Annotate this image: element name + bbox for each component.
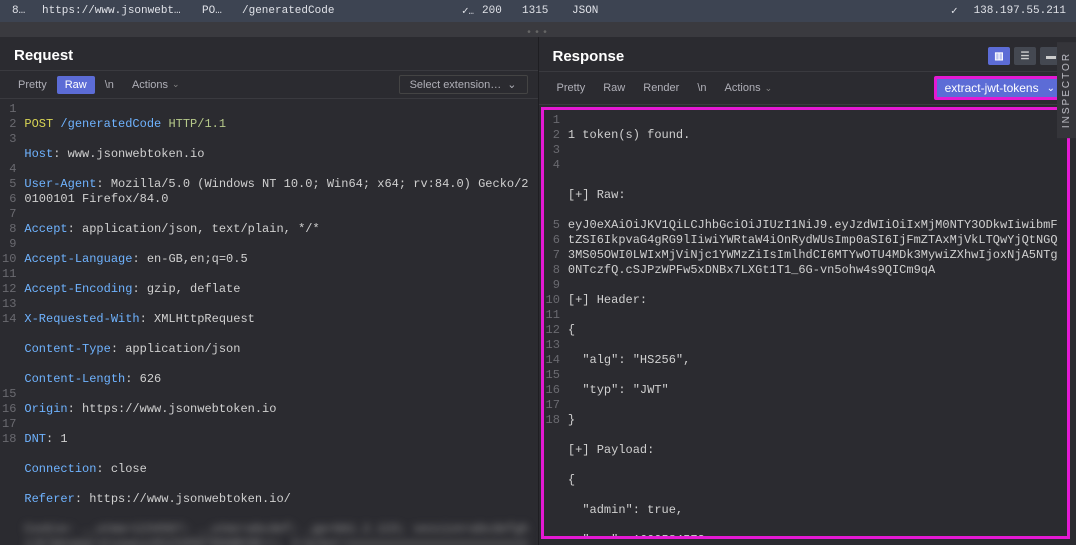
- row-mime: JSON: [564, 5, 624, 17]
- request-editor[interactable]: 123 4567891011121314 15161718 POST /gene…: [0, 99, 538, 545]
- extract-jwt-tokens-button[interactable]: extract-jwt-tokens ⌄: [934, 76, 1066, 100]
- row-url: https://www.jsonwebtoke…: [34, 5, 194, 17]
- actions-menu[interactable]: Actions ⌄: [717, 79, 781, 97]
- row-status: 200: [474, 5, 514, 17]
- check-icon: ✓: [943, 4, 966, 18]
- chevron-down-icon: ⌄: [765, 83, 773, 94]
- request-toolbar: Pretty Raw \n Actions ⌄ Select extension…: [0, 70, 538, 99]
- line-gutter: 123 4567891011121314 15161718: [0, 99, 22, 545]
- request-code[interactable]: POST /generatedCode HTTP/1.1 Host: www.j…: [22, 99, 537, 545]
- blurred-cookie: Cookie: __utma=1234567; __utmz=abcdef; _…: [24, 522, 531, 545]
- row-path: /generatedCode: [234, 5, 454, 17]
- line-gutter: 1234 56789101112131415161718: [544, 110, 566, 536]
- tab-pretty[interactable]: Pretty: [549, 79, 594, 97]
- actions-menu[interactable]: Actions ⌄: [124, 76, 188, 94]
- tab-wrap[interactable]: \n: [97, 76, 122, 94]
- response-title: Response: [553, 48, 625, 65]
- chevron-down-icon: ⌄: [172, 79, 180, 90]
- tab-wrap[interactable]: \n: [689, 79, 714, 97]
- splitter-handle[interactable]: •••: [0, 22, 1076, 37]
- response-editor[interactable]: 1234 56789101112131415161718 1 token(s) …: [541, 107, 1071, 539]
- response-code[interactable]: 1 token(s) found. [+] Raw: eyJ0eXAiOiJKV…: [566, 110, 1067, 536]
- chevron-down-icon: ⌄: [1047, 83, 1055, 94]
- row-method: POST: [194, 5, 234, 17]
- layout-rows-icon[interactable]: ☰: [1014, 47, 1036, 65]
- inspector-tab[interactable]: INSPECTOR: [1057, 42, 1076, 138]
- row-ip: 138.197.55.211: [966, 5, 1072, 17]
- response-toolbar: Pretty Raw Render \n Actions ⌄ extract-j…: [539, 71, 1076, 105]
- select-extension-dropdown[interactable]: Select extension… ⌄: [399, 75, 528, 94]
- chevron-down-icon: ⌄: [507, 78, 516, 91]
- tab-raw[interactable]: Raw: [595, 79, 633, 97]
- layout-columns-icon[interactable]: ▥: [988, 47, 1010, 65]
- request-title: Request: [14, 47, 73, 64]
- row-num: 842: [4, 5, 34, 17]
- response-panel: Response ▥ ☰ ▬ Pretty Raw Render \n Acti…: [539, 37, 1076, 545]
- tab-pretty[interactable]: Pretty: [10, 76, 55, 94]
- tab-raw[interactable]: Raw: [57, 76, 95, 94]
- proxy-history-row[interactable]: 842 https://www.jsonwebtoke… POST /gener…: [0, 0, 1076, 22]
- check-icon: ✓: [454, 4, 474, 18]
- row-length: 1315: [514, 5, 564, 17]
- tab-render[interactable]: Render: [635, 79, 687, 97]
- grip-icon: •••: [526, 28, 550, 39]
- request-panel: Request Pretty Raw \n Actions ⌄ Select e…: [0, 37, 539, 545]
